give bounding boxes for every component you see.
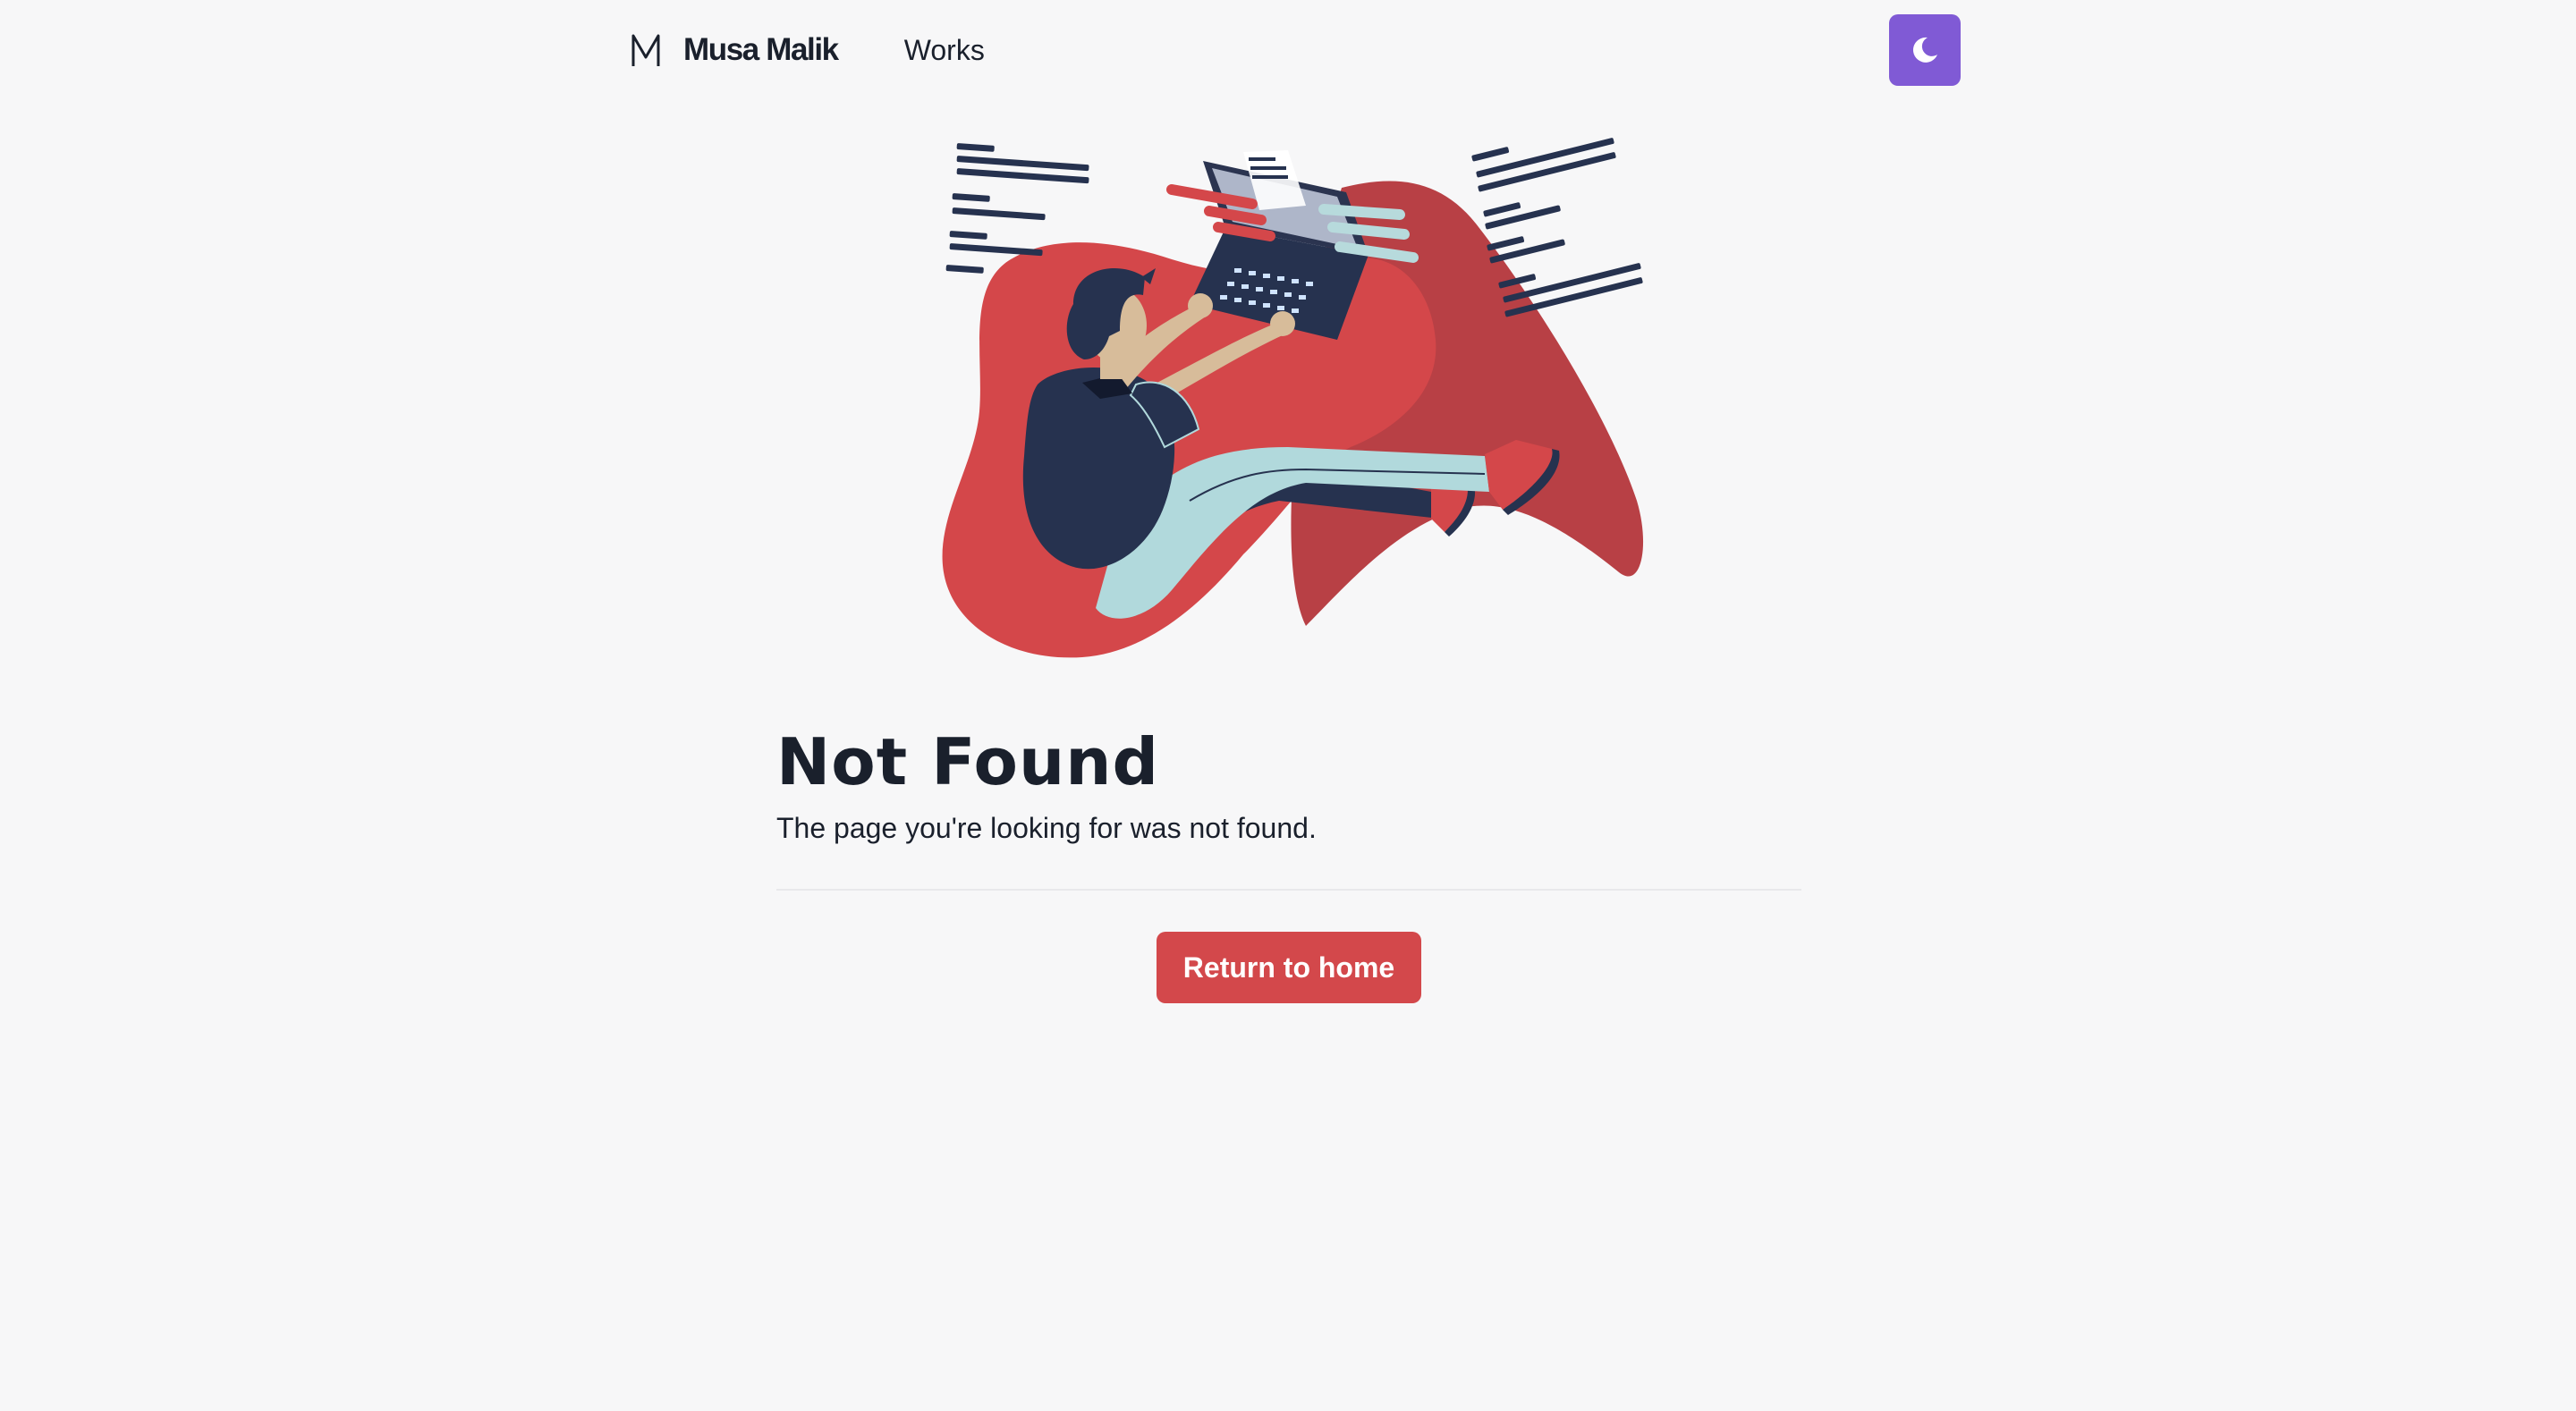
divider: [776, 889, 1801, 891]
page-subtitle: The page you're looking for was not foun…: [776, 812, 1317, 844]
brand-link[interactable]: Musa Malik: [630, 14, 839, 86]
page: Musa Malik Works Not Found The page you'…: [0, 0, 2576, 1411]
brand-name: Musa Malik: [683, 32, 839, 67]
moon-icon: [1912, 37, 1937, 63]
not-found-content: Not Found The page you're looking for wa…: [776, 715, 1801, 1003]
return-home-button[interactable]: Return to home: [1157, 932, 1421, 1003]
navbar: Musa Malik Works: [630, 14, 1961, 86]
nav-link-works[interactable]: Works: [904, 34, 985, 67]
not-found-illustration: [942, 138, 1644, 658]
theme-toggle-button[interactable]: [1889, 14, 1961, 86]
page-title: Not Found: [776, 724, 1159, 799]
cta-container: Return to home: [776, 932, 1801, 1003]
logo-mark-icon: [631, 34, 660, 66]
